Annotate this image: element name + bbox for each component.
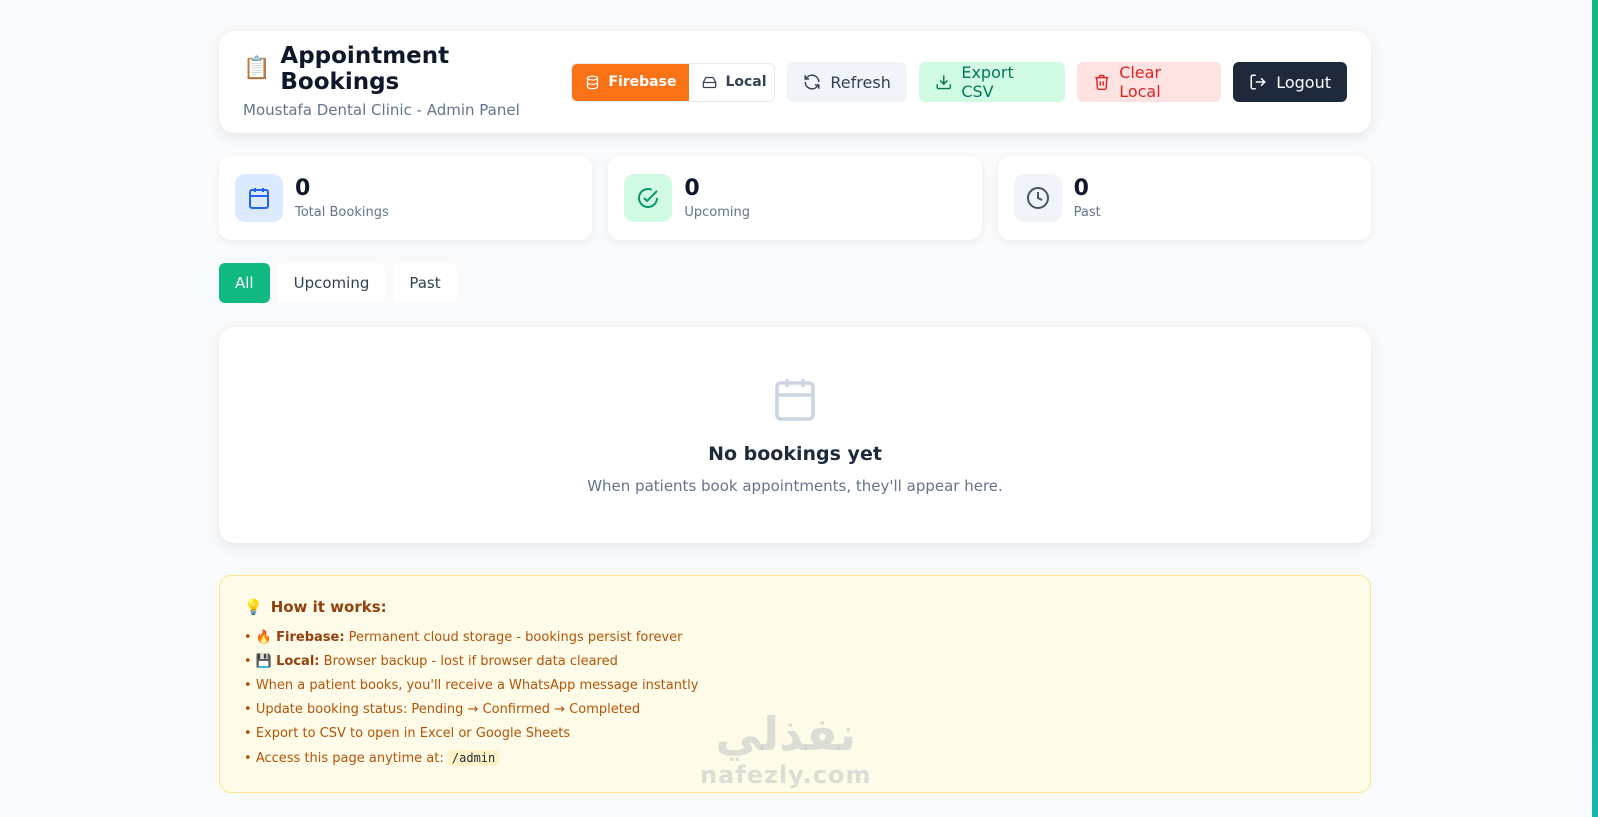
info-item: • Access this page anytime at: /admin bbox=[244, 746, 1346, 771]
refresh-icon bbox=[804, 74, 820, 90]
empty-text: When patients book appointments, they'll… bbox=[587, 477, 1003, 495]
filter-tabs: All Upcoming Past bbox=[219, 263, 1371, 303]
info-item: • Update booking status: Pending → Confi… bbox=[244, 702, 641, 717]
how-it-works-box: 💡 How it works: • 🔥 Firebase: Permanent … bbox=[219, 575, 1371, 793]
stat-card-past: 0 Past bbox=[997, 156, 1371, 240]
local-toggle-button[interactable]: Local bbox=[689, 64, 774, 101]
clear-local-label: Clear Local bbox=[1119, 63, 1162, 101]
info-item: • 💾 Local: Browser backup - lost if brow… bbox=[244, 654, 618, 669]
title-row: 📋 Appointment Bookings bbox=[243, 43, 571, 95]
info-item: • Export to CSV to open in Excel or Goog… bbox=[244, 726, 571, 741]
stat-text: 0 Past bbox=[1074, 176, 1101, 219]
trash-icon bbox=[1094, 74, 1108, 91]
stat-label: Total Bookings bbox=[295, 204, 389, 220]
refresh-button[interactable]: Refresh bbox=[787, 62, 907, 102]
export-csv-label: Export CSV bbox=[961, 63, 1014, 101]
stat-label: Past bbox=[1073, 204, 1101, 220]
check-circle-icon bbox=[624, 174, 673, 222]
info-item-text: Access this page anytime at: bbox=[255, 751, 448, 766]
stat-text: 0 Upcoming bbox=[684, 176, 750, 219]
logout-button[interactable]: Logout bbox=[1233, 62, 1347, 102]
lightbulb-icon: 💡 bbox=[244, 598, 263, 616]
info-item-text: Update booking status: Pending → Confirm… bbox=[255, 702, 641, 717]
clock-icon bbox=[1013, 174, 1062, 222]
hard-drive-icon bbox=[703, 76, 717, 88]
info-item-text: Export to CSV to open in Excel or Google… bbox=[255, 726, 571, 741]
empty-state: No bookings yet When patients book appoi… bbox=[219, 327, 1371, 543]
logout-label: Logout bbox=[1276, 72, 1331, 92]
filter-past[interactable]: Past bbox=[393, 263, 457, 303]
stat-card-total: 0 Total Bookings bbox=[219, 156, 593, 240]
info-item-text: When a patient books, you'll receive a W… bbox=[255, 678, 699, 693]
admin-panel: 📋 Appointment Bookings Moustafa Dental C… bbox=[219, 31, 1371, 793]
stat-text: 0 Total Bookings bbox=[295, 176, 389, 219]
info-title: How it works: bbox=[270, 598, 387, 616]
info-heading: 💡 How it works: bbox=[244, 598, 1346, 616]
refresh-label: Refresh bbox=[830, 72, 891, 92]
info-list: • 🔥 Firebase: Permanent cloud storage - … bbox=[244, 626, 1346, 771]
info-item-bold: Local: bbox=[276, 654, 320, 669]
download-icon bbox=[936, 75, 951, 90]
fire-icon: 🔥 bbox=[255, 630, 272, 645]
storage-toggle: Firebase Local bbox=[571, 62, 776, 102]
page-subtitle: Moustafa Dental Clinic - Admin Panel bbox=[243, 101, 520, 119]
clipboard-icon: 📋 bbox=[243, 56, 271, 81]
export-csv-button[interactable]: Export CSV bbox=[918, 62, 1065, 102]
firebase-label: Firebase bbox=[608, 74, 677, 90]
filter-all[interactable]: All bbox=[219, 263, 270, 303]
info-item-text: Browser backup - lost if browser data cl… bbox=[319, 654, 618, 669]
info-item-text: Permanent cloud storage - bookings persi… bbox=[344, 630, 683, 645]
filter-upcoming[interactable]: Upcoming bbox=[277, 263, 386, 303]
calendar-empty-icon bbox=[771, 375, 819, 427]
admin-path-code: /admin bbox=[447, 750, 500, 766]
title-block: 📋 Appointment Bookings Moustafa Dental C… bbox=[243, 43, 571, 119]
header-actions: Firebase Local Refresh Export CSV Clear … bbox=[571, 62, 1347, 102]
scrollbar[interactable] bbox=[1592, 0, 1598, 817]
firebase-toggle-button[interactable]: Firebase bbox=[572, 63, 690, 101]
stat-value: 0 bbox=[684, 176, 700, 202]
database-icon bbox=[587, 75, 599, 89]
header-card: 📋 Appointment Bookings Moustafa Dental C… bbox=[219, 31, 1371, 133]
calendar-icon bbox=[235, 174, 283, 222]
stat-label: Upcoming bbox=[684, 204, 750, 220]
stats-row: 0 Total Bookings 0 Upcoming 0 Past bbox=[219, 156, 1371, 240]
empty-title: No bookings yet bbox=[708, 443, 882, 465]
stat-card-upcoming: 0 Upcoming bbox=[608, 156, 982, 240]
logout-icon bbox=[1250, 74, 1267, 90]
page-title: Appointment Bookings bbox=[280, 43, 450, 95]
floppy-disk-icon: 💾 bbox=[255, 654, 272, 669]
info-item-bold: Firebase: bbox=[276, 630, 345, 645]
info-item: • When a patient books, you'll receive a… bbox=[244, 678, 699, 693]
info-item: • 🔥 Firebase: Permanent cloud storage - … bbox=[244, 630, 683, 645]
stat-value: 0 bbox=[295, 176, 311, 202]
local-label: Local bbox=[725, 74, 767, 90]
clear-local-button[interactable]: Clear Local bbox=[1076, 62, 1222, 102]
stat-value: 0 bbox=[1073, 176, 1089, 202]
